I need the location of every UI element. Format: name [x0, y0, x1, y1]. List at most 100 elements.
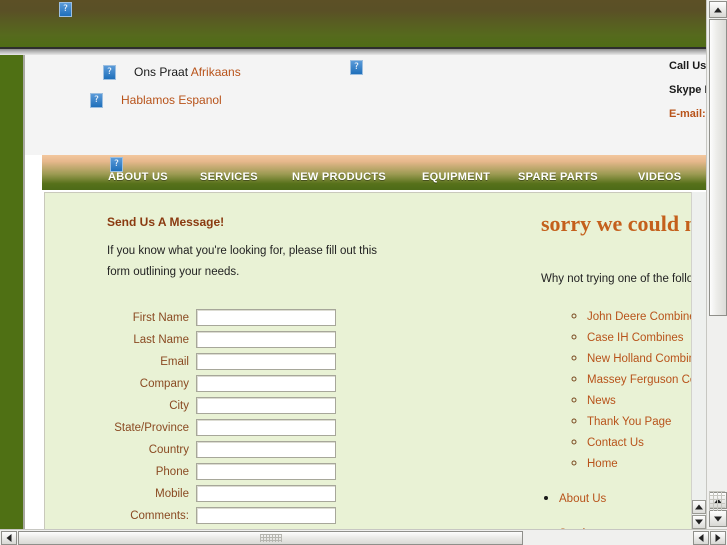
list-item[interactable]: News	[587, 391, 705, 409]
list-item[interactable]: New Holland Combines	[587, 349, 705, 367]
form-row-comments: Comments:	[107, 507, 417, 524]
list-item[interactable]: Case IH Combines	[587, 328, 705, 346]
browser-viewport: ? ? Ons Praat Afrikaans ? Hablamos Espanol…	[0, 0, 727, 545]
vertical-scroll-thumb[interactable]	[709, 19, 727, 316]
broken-image-icon[interactable]: ?	[350, 60, 363, 75]
inner-scroll-down-button[interactable]	[692, 515, 706, 529]
form-row-company: Company	[107, 375, 417, 392]
input-company[interactable]	[196, 375, 336, 392]
link-new-holland-combines[interactable]: New Holland Combines	[587, 353, 705, 365]
list-item[interactable]: Thank You Page	[587, 412, 705, 430]
scroll-right-arrow-icon	[715, 534, 721, 542]
input-state-province[interactable]	[196, 419, 336, 436]
link-home[interactable]: Home	[587, 458, 618, 470]
link-thank-you-page[interactable]: Thank You Page	[587, 416, 671, 428]
scroll-left-arrow-icon	[698, 534, 704, 542]
label-comments: Comments:	[130, 509, 189, 522]
label-company: Company	[139, 377, 189, 390]
label-city: City	[169, 399, 189, 412]
nav-item-about-us[interactable]: ABOUT US	[108, 171, 168, 183]
scroll-down-arrow-icon	[695, 519, 703, 525]
label-state-province: State/Province	[114, 421, 189, 434]
link-case-ih-combines[interactable]: Case IH Combines	[587, 332, 684, 344]
broken-image-icon[interactable]: ?	[110, 157, 123, 172]
left-green-rail	[0, 55, 23, 529]
form-row-state-province: State/Province	[107, 419, 417, 436]
site-sublink-list: John Deere Combines Case IH Combines New…	[559, 307, 705, 472]
browser-vertical-scrollbar[interactable]	[706, 0, 727, 529]
input-first-name[interactable]	[196, 309, 336, 326]
contact-email[interactable]: E-mail: s	[669, 108, 706, 120]
scroll-right-button[interactable]	[710, 531, 726, 545]
broken-image-icon[interactable]: ?	[90, 93, 103, 109]
form-intro-line-2: form outlining your needs.	[107, 266, 240, 278]
scroll-down-arrow-icon	[714, 516, 722, 521]
form-row-last-name: Last Name	[107, 331, 417, 348]
nav-item-new-products[interactable]: NEW PRODUCTS	[292, 171, 386, 183]
form-row-phone: Phone	[107, 463, 417, 480]
web-page-canvas: ? ? Ons Praat Afrikaans ? Hablamos Espanol…	[0, 0, 706, 529]
label-country: Country	[148, 443, 189, 456]
language-link-afrikaans[interactable]: Afrikaans	[191, 65, 241, 79]
label-phone: Phone	[155, 465, 189, 478]
form-row-country: Country	[107, 441, 417, 458]
input-city[interactable]	[196, 397, 336, 414]
input-country[interactable]	[196, 441, 336, 458]
nav-item-equipment[interactable]: EQUIPMENT	[422, 171, 490, 183]
list-item[interactable]: Contact Us	[587, 433, 705, 451]
link-about-us[interactable]: About Us	[559, 493, 606, 505]
broken-image-icon[interactable]: ?	[59, 2, 72, 17]
scroll-up-arrow-icon	[714, 7, 722, 12]
nav-item-spare-parts[interactable]: SPARE PARTS	[518, 171, 598, 183]
input-comments[interactable]	[196, 507, 336, 524]
form-row-email: Email	[107, 353, 417, 370]
scroll-up-button[interactable]	[709, 1, 727, 18]
label-last-name: Last Name	[133, 333, 189, 346]
label-mobile: Mobile	[155, 487, 189, 500]
language-link-spanish[interactable]: Hablamos Espanol	[121, 93, 222, 107]
site-link-outline: John Deere Combines Case IH Combines New…	[541, 307, 705, 529]
contact-form-column: Send Us A Message! If you know what you'…	[107, 215, 417, 529]
form-row-first-name: First Name	[107, 309, 417, 326]
inner-frame-vertical-scrollbar[interactable]	[691, 192, 706, 529]
scroll-down-button[interactable]	[709, 510, 727, 527]
label-first-name: First Name	[132, 311, 189, 324]
site-banner: ?	[0, 0, 706, 47]
inner-scroll-up-button[interactable]	[692, 500, 706, 514]
input-last-name[interactable]	[196, 331, 336, 348]
scroll-thumb-grip	[259, 534, 282, 542]
resize-grip[interactable]	[709, 491, 725, 511]
error-heading: sorry we could not	[541, 211, 706, 236]
browser-horizontal-scrollbar[interactable]	[0, 529, 727, 545]
scroll-left-button[interactable]	[1, 531, 17, 545]
label-email: Email	[160, 355, 189, 368]
nav-item-list: ABOUT US SERVICES NEW PRODUCTS EQUIPMENT…	[42, 171, 706, 190]
form-intro-line-1: If you know what you're looking for, ple…	[107, 245, 378, 257]
scroll-right-button-inner[interactable]	[693, 531, 709, 545]
language-row-afrikaans[interactable]: ? Ons Praat Afrikaans	[103, 65, 241, 81]
input-mobile[interactable]	[196, 485, 336, 502]
horizontal-scroll-thumb[interactable]	[18, 531, 523, 545]
nav-item-services[interactable]: SERVICES	[200, 171, 258, 183]
input-phone[interactable]	[196, 463, 336, 480]
form-row-city: City	[107, 397, 417, 414]
input-email[interactable]	[196, 353, 336, 370]
list-item[interactable]: Massey Ferguson Combi	[587, 370, 705, 388]
scroll-left-arrow-icon	[6, 534, 12, 542]
content-panel: Send Us A Message! If you know what you'…	[44, 192, 706, 529]
link-contact-us[interactable]: Contact Us	[587, 437, 644, 449]
link-john-deere-combines[interactable]: John Deere Combines	[587, 311, 701, 323]
list-item[interactable]: Home	[587, 454, 705, 472]
form-heading: Send Us A Message!	[107, 215, 225, 229]
language-label-plain: Ons Praat	[134, 65, 191, 79]
broken-image-icon[interactable]: ?	[103, 65, 116, 81]
link-news[interactable]: News	[587, 395, 616, 407]
scroll-up-arrow-icon	[695, 504, 703, 510]
main-navigation-bar: ? ABOUT US SERVICES NEW PRODUCTS EQUIPME…	[42, 155, 706, 190]
language-row-spanish[interactable]: ? Hablamos Espanol	[90, 93, 222, 109]
error-subtext: Why not trying one of the following	[541, 273, 706, 285]
link-massey-ferguson-combines[interactable]: Massey Ferguson Combi	[587, 374, 705, 386]
list-item[interactable]: John Deere Combines	[587, 307, 705, 325]
nav-item-videos[interactable]: VIDEOS	[638, 171, 681, 183]
list-item[interactable]: About Us	[559, 489, 705, 507]
